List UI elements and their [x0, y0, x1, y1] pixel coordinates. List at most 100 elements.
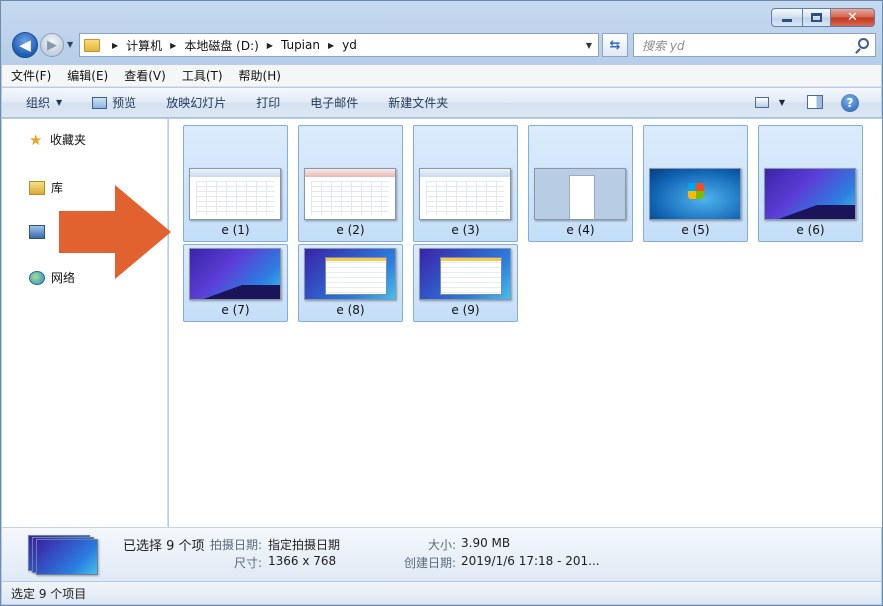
minimize-icon [782, 19, 792, 22]
slideshow-label: 放映幻灯片 [166, 96, 227, 110]
breadcrumb: ▶ 计算机 ▶ 本地磁盘 (D:) ▶ Tupian ▶ yd [108, 37, 357, 54]
chevron-right-icon[interactable]: ▶ [267, 41, 273, 50]
file-item[interactable]: e (1) [183, 125, 288, 242]
file-item[interactable]: e (3) [413, 125, 518, 242]
sidebar-item-libraries[interactable]: 库 [29, 179, 63, 196]
breadcrumb-drive-d[interactable]: 本地磁盘 (D:) [184, 37, 258, 54]
thumbnail [419, 248, 511, 300]
navigation-row: ◀ ▶ ▼ ▶ 计算机 ▶ 本地磁盘 (D:) ▶ Tupian ▶ yd ▼ … [9, 31, 876, 59]
status-bar: 选定 9 个项目 [2, 581, 881, 604]
search-placeholder: 搜索 yd [642, 38, 685, 53]
search-icon[interactable] [858, 38, 869, 49]
menu-help[interactable]: 帮助(H) [239, 67, 281, 84]
preview-pane-icon[interactable] [807, 95, 823, 109]
change-view-icon[interactable] [755, 97, 769, 108]
details-pane: 已选择 9 个项 拍摄日期: 指定拍摄日期 尺寸: 1366 x 768 大小:… [2, 527, 881, 582]
breadcrumb-computer[interactable]: 计算机 [126, 37, 162, 54]
menu-edit[interactable]: 编辑(E) [67, 67, 108, 84]
network-icon [29, 270, 45, 285]
help-icon[interactable]: ? [841, 94, 859, 112]
organize-label: 组织 [26, 96, 51, 110]
file-name: e (5) [681, 223, 710, 237]
sidebar-item-label: 收藏夹 [50, 133, 87, 147]
status-text: 选定 9 个项目 [11, 586, 87, 601]
thumbnail [189, 248, 281, 300]
menu-tools[interactable]: 工具(T) [182, 67, 223, 84]
new-folder-label: 新建文件夹 [388, 96, 449, 110]
dimensions-label: 尺寸: [234, 556, 263, 570]
preview-button[interactable]: 预览 [92, 94, 136, 111]
search-input[interactable]: 搜索 yd [633, 33, 876, 57]
minimize-button[interactable] [771, 8, 803, 27]
organize-button[interactable]: 组织 ▼ [26, 94, 62, 111]
file-name: e (4) [566, 223, 595, 237]
address-bar[interactable]: ▶ 计算机 ▶ 本地磁盘 (D:) ▶ Tupian ▶ yd ▼ [79, 33, 599, 57]
file-item[interactable]: e (6) [758, 125, 863, 242]
close-button[interactable]: ✕ [831, 8, 875, 27]
chevron-right-icon[interactable]: ▶ [170, 41, 176, 50]
slideshow-button[interactable]: 放映幻灯片 [166, 94, 226, 111]
file-view: e (1) e (2) e (3) e (4) e (5) e (6) e (7… [169, 119, 882, 527]
selection-count: 已选择 9 个项 [123, 539, 205, 554]
breadcrumb-tupian[interactable]: Tupian [281, 38, 320, 52]
file-item[interactable]: e (4) [528, 125, 633, 242]
file-name: e (9) [451, 303, 480, 317]
forward-arrow-icon: ▶ [47, 37, 57, 53]
chevron-right-icon[interactable]: ▶ [328, 41, 334, 50]
size-label: 大小: [428, 538, 457, 552]
thumbnail [534, 168, 626, 220]
refresh-icon: ⇆ [609, 37, 621, 53]
folder-icon [84, 38, 100, 52]
thumbnail [304, 168, 396, 220]
print-button[interactable]: 打印 [256, 94, 280, 111]
maximize-icon [811, 13, 822, 22]
selection-stack-icon [28, 535, 100, 575]
menu-view[interactable]: 查看(V) [124, 67, 166, 84]
menu-file[interactable]: 文件(F) [11, 67, 51, 84]
caption-buttons: ✕ [771, 8, 875, 27]
library-icon [29, 180, 45, 195]
computer-icon [29, 225, 45, 239]
dimensions-value: 1366 x 768 [268, 554, 337, 568]
star-icon: ★ [29, 130, 43, 149]
view-options-dropdown[interactable]: ▼ [779, 98, 785, 107]
date-taken-value[interactable]: 指定拍摄日期 [268, 536, 340, 553]
thumbnail [419, 168, 511, 220]
explorer-window: ✕ ◀ ▶ ▼ ▶ 计算机 ▶ 本地磁盘 (D:) ▶ Tupian ▶ yd … [0, 0, 883, 606]
refresh-button[interactable]: ⇆ [602, 33, 628, 57]
forward-button[interactable]: ▶ [40, 33, 64, 57]
file-item[interactable]: e (8) [298, 244, 403, 322]
file-item[interactable]: e (5) [643, 125, 748, 242]
file-name: e (2) [336, 223, 365, 237]
recent-pages-dropdown[interactable]: ▼ [67, 40, 73, 49]
thumbnail [764, 168, 856, 220]
size-value: 3.90 MB [461, 536, 511, 550]
file-item[interactable]: e (9) [413, 244, 518, 322]
back-button[interactable]: ◀ [12, 32, 38, 58]
dropdown-arrow-icon: ▼ [56, 98, 63, 107]
address-dropdown[interactable]: ▼ [586, 41, 592, 50]
arrow-shape [59, 185, 171, 279]
menu-bar: 文件(F) 编辑(E) 查看(V) 工具(T) 帮助(H) [2, 65, 881, 87]
date-taken-label: 拍摄日期: [210, 538, 263, 552]
back-arrow-icon: ◀ [19, 36, 31, 54]
created-date-value: 2019/1/6 17:18 - 201... [461, 554, 600, 568]
breadcrumb-yd[interactable]: yd [342, 38, 357, 52]
navigation-pane: ★ 收藏夹 库 网络 [2, 119, 168, 527]
chevron-right-icon[interactable]: ▶ [112, 41, 118, 50]
file-name: e (1) [221, 223, 250, 237]
file-name: e (3) [451, 223, 480, 237]
sidebar-item-computer[interactable] [29, 225, 51, 239]
thumbnail [304, 248, 396, 300]
file-item[interactable]: e (2) [298, 125, 403, 242]
new-folder-button[interactable]: 新建文件夹 [388, 94, 448, 111]
preview-label: 预览 [112, 96, 137, 110]
created-date-label: 创建日期: [404, 556, 457, 570]
email-button[interactable]: 电子邮件 [310, 94, 358, 111]
file-name: e (6) [796, 223, 825, 237]
file-name: e (7) [221, 303, 250, 317]
file-item[interactable]: e (7) [183, 244, 288, 322]
sidebar-item-favorites[interactable]: ★ 收藏夹 [29, 131, 86, 148]
maximize-button[interactable] [803, 8, 831, 27]
email-label: 电子邮件 [310, 96, 359, 110]
